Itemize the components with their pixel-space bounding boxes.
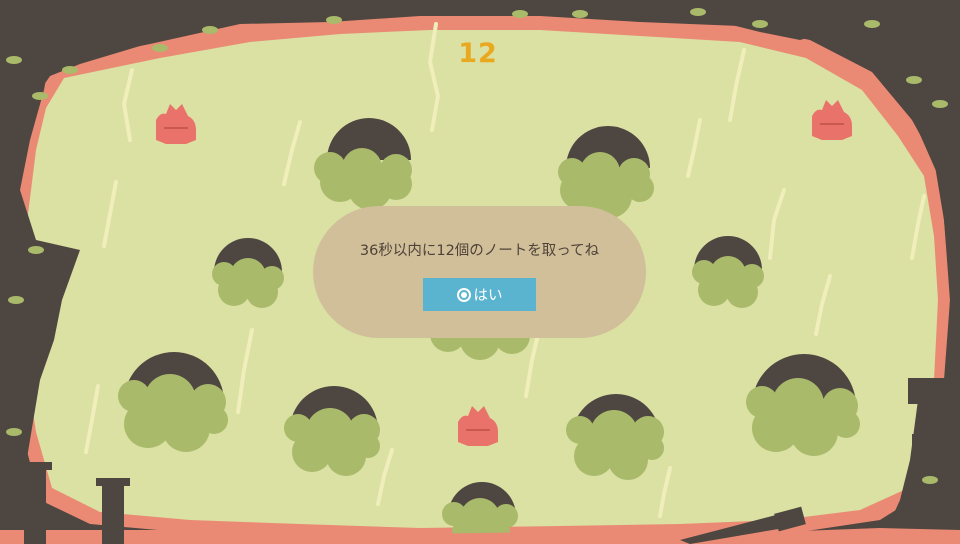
confirm-button[interactable]: はい [423, 278, 536, 311]
notes-remaining-counter: 12 [458, 38, 498, 69]
dialog-message: 36秒以内に12個のノートを取ってね [359, 243, 600, 259]
circle-button-icon [456, 287, 471, 302]
confirm-button-label: はい [473, 288, 503, 304]
instruction-dialog: 36秒以内に12個のノートを取ってね はい [313, 206, 646, 338]
